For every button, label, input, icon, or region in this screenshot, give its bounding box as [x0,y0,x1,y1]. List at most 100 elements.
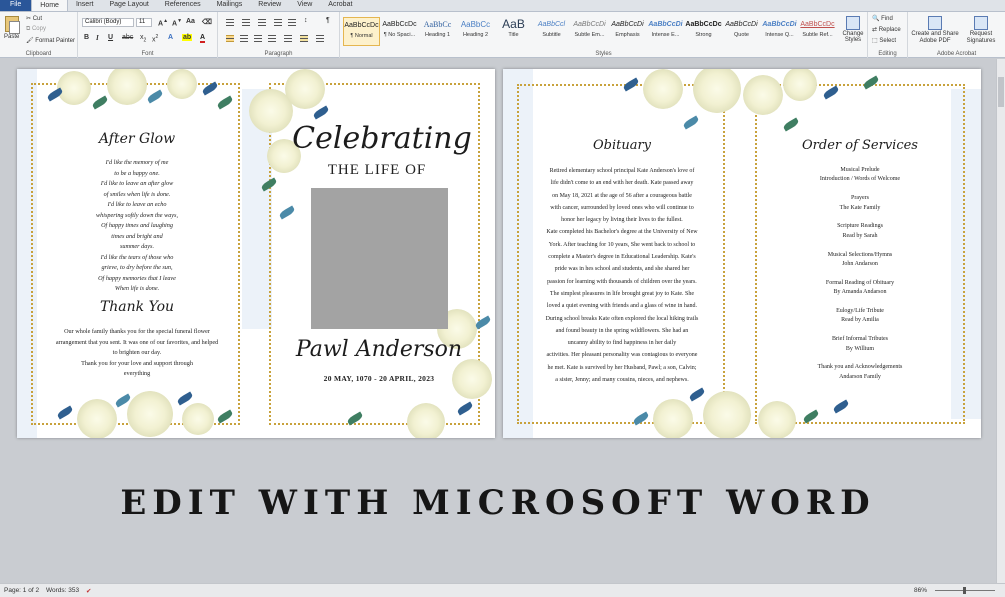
request-signatures-button[interactable]: Request Signatures [960,14,1002,45]
shading-icon[interactable] [300,35,308,42]
line-spacing-icon[interactable] [284,35,292,42]
services-title: Order of Services [802,138,918,153]
shrink-font-icon[interactable]: A▼ [172,18,182,27]
numbering-icon[interactable] [242,19,250,26]
service-detail: Introduction / Words of Welcome [819,176,901,183]
format-painter-button[interactable]: 🖌 Format Painter [26,37,75,44]
obituary-line: on May 18, 2021 at the age of 56 after a… [552,192,692,199]
font-name-dropdown[interactable]: Calibri (Body) [82,18,134,27]
tab-home[interactable]: Home [31,0,68,11]
service-item: Musical Prelude Introduction / Words of W… [765,166,955,185]
style-heading-2[interactable]: AaBbCc Heading 2 [457,17,494,46]
style-subtle-reference[interactable]: AaBbCcDc Subtle Ref... [799,17,836,46]
tab-insert[interactable]: Insert [68,0,102,11]
change-case-icon[interactable]: Aa [186,18,195,25]
style-strong[interactable]: AaBbCcDc Strong [685,17,722,46]
select-icon: ⬚ [872,38,878,44]
poem-line: I'd like to leave an after glow [100,180,174,187]
text-effects-icon[interactable]: A [168,34,173,41]
font-size-dropdown[interactable]: 11 [136,18,152,27]
tab-mailings[interactable]: Mailings [209,0,251,11]
strikethrough-icon[interactable]: abc [122,34,133,41]
word-count[interactable]: Words: 353 [46,587,79,594]
editing-group: 🔍 Find ⇄ Replace ⬚ Select Editing [868,12,908,58]
tab-references[interactable]: References [157,0,209,11]
service-item: Musical Selections/Hymns John Andarson [765,251,955,270]
poem-line: Of happy times and laughing [101,222,173,229]
tab-view[interactable]: View [289,0,320,11]
multilevel-list-icon[interactable] [258,19,266,26]
align-right-icon[interactable] [254,35,262,42]
zoom-level[interactable]: 86% [914,587,927,594]
align-center-icon[interactable] [240,35,248,42]
photo-placeholder[interactable] [311,188,448,329]
find-button[interactable]: 🔍 Find [872,15,893,22]
style-heading-1[interactable]: AaBbCc Heading 1 [419,17,456,46]
poem-line: times and bright and [111,232,163,240]
grow-font-icon[interactable]: A▲ [158,18,168,27]
paste-button[interactable]: Paste [4,34,19,40]
after-glow-title: After Glow [98,131,176,147]
bold-icon[interactable]: B [84,34,89,41]
subscript-icon[interactable]: x2 [140,34,146,43]
cut-button[interactable]: ✂ Cut [26,15,42,22]
highlight-icon[interactable]: ab [182,34,193,41]
sort-icon[interactable]: ↕ [304,17,308,24]
copy-icon: ⧉ [26,26,31,32]
page-2[interactable]: Obituary Retired elementary school princ… [503,69,981,438]
editing-group-label: Editing [878,51,897,57]
align-left-icon[interactable] [226,35,234,42]
justify-icon[interactable] [268,35,276,42]
scrollbar-thumb[interactable] [998,77,1004,107]
font-color-icon[interactable]: A [200,34,206,43]
flower-illustration [743,75,783,115]
style-no-spacing[interactable]: AaBbCcDc ¶ No Spaci... [381,17,418,46]
service-item: Prayers The Kate Family [765,194,955,213]
style-subtle-emphasis[interactable]: AaBbCcDi Subtle Em... [571,17,608,46]
obituary-text: Retired elementary school principal Kate… [523,165,721,386]
service-item: Thank you and Acknowledgements Andarson F… [765,363,955,382]
poem-line: I'd like the tears of those who [100,253,174,261]
superscript-icon[interactable]: x2 [152,34,158,43]
paste-icon[interactable] [5,16,20,34]
tab-page-layout[interactable]: Page Layout [101,0,156,11]
font-group-label: Font [141,51,154,57]
zoom-slider-knob[interactable] [963,587,966,594]
service-title: Formal Reading of Obituary [825,279,895,286]
proofing-icon[interactable]: ✔ [86,587,91,595]
create-share-pdf-button[interactable]: Create and Share Adobe PDF [910,14,960,45]
bullets-icon[interactable] [226,19,234,26]
style-intense-quote[interactable]: AaBbCcDi Intense Q... [761,17,798,46]
obituary-line: life didn't come to an end with her deat… [550,180,694,187]
signature-icon [974,16,988,30]
poem: I'd like the memory of me to be a happy o… [47,158,227,295]
pilcrow-icon[interactable]: ¶ [326,17,330,24]
replace-button[interactable]: ⇄ Replace [872,26,901,33]
tab-review[interactable]: Review [250,0,289,11]
decrease-indent-icon[interactable] [274,19,282,26]
borders-icon[interactable] [316,35,324,42]
vertical-scrollbar[interactable] [996,59,1005,583]
italic-icon[interactable]: I [96,34,99,42]
underline-icon[interactable]: U [108,34,113,41]
copy-button[interactable]: ⧉ Copy [26,26,46,33]
document-area: After Glow I'd like the memory of me to b… [0,59,996,583]
style-subtitle[interactable]: AaBbCcl Subtitle [533,17,570,46]
select-button[interactable]: ⬚ Select [872,37,896,44]
increase-indent-icon[interactable] [288,19,296,26]
style-title[interactable]: AaB Title [495,17,532,46]
flower-illustration [167,69,197,99]
page-count[interactable]: Page: 1 of 2 [4,587,39,594]
style-normal[interactable]: AaBbCcDc ¶ Normal [343,17,380,46]
style-intense-emphasis[interactable]: AaBbCcDi Intense E... [647,17,684,46]
flower-illustration [407,403,445,438]
thank-you-line: to brighten our day. [112,349,162,356]
page-1[interactable]: After Glow I'd like the memory of me to b… [17,69,495,438]
tab-acrobat[interactable]: Acrobat [320,0,360,11]
change-styles-button[interactable]: Change Styles [839,14,867,43]
style-emphasis[interactable]: AaBbCcDi Emphasis [609,17,646,46]
clipboard-group-label: Clipboard [25,51,52,57]
clear-formatting-icon[interactable]: ⌫ [202,18,212,26]
tab-file[interactable]: File [0,0,32,11]
style-quote[interactable]: AaBbCcDi Quote [723,17,760,46]
